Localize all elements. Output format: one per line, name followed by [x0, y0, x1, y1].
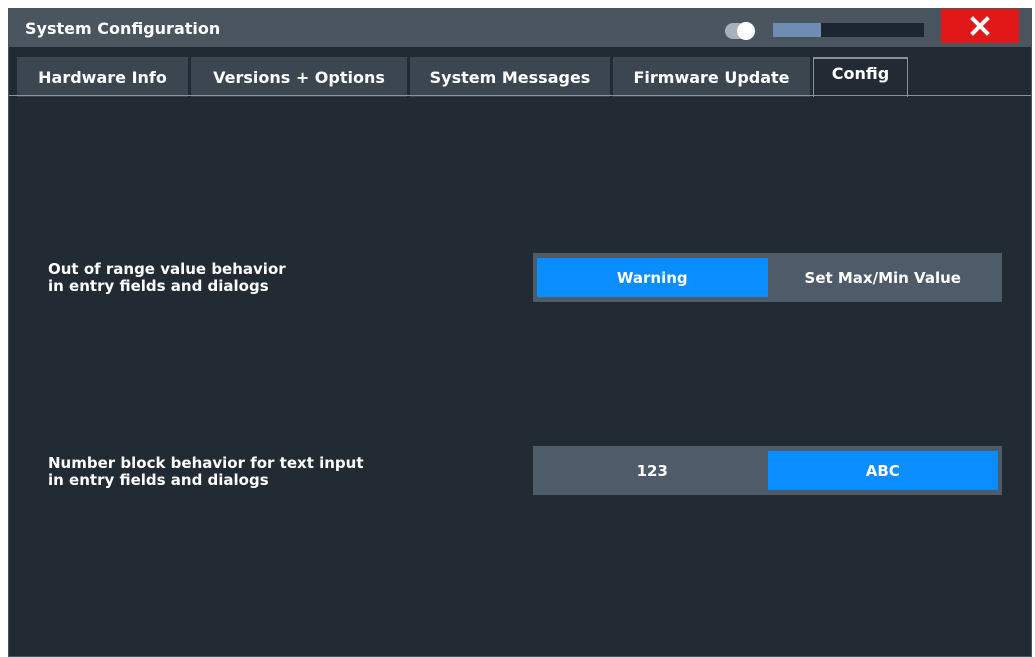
close-icon: [970, 16, 990, 36]
out-of-range-label: Out of range value behavior in entry fie…: [48, 261, 286, 295]
progress-fill: [773, 23, 822, 37]
number-block-label-line1: Number block behavior for text input: [48, 454, 364, 472]
tab-hardware-info[interactable]: Hardware Info: [17, 57, 188, 97]
tab-system-messages[interactable]: System Messages: [410, 57, 610, 97]
close-button[interactable]: [941, 9, 1019, 43]
set-max-min-option[interactable]: Set Max/Min Value: [768, 258, 999, 297]
out-of-range-toggle: Warning Set Max/Min Value: [533, 253, 1002, 302]
toggle-icon[interactable]: [725, 22, 759, 40]
number-block-label: Number block behavior for text input in …: [48, 455, 364, 489]
out-of-range-label-line2: in entry fields and dialogs: [48, 277, 269, 295]
numeric-option[interactable]: 123: [537, 451, 768, 490]
number-block-toggle: 123 ABC: [533, 446, 1002, 495]
title-bar: System Configuration: [9, 9, 1031, 47]
tab-firmware-update[interactable]: Firmware Update: [613, 57, 810, 97]
progress-bar: [773, 23, 924, 37]
warning-option[interactable]: Warning: [537, 258, 768, 297]
system-configuration-window: System Configuration Hardware Info Versi…: [8, 8, 1032, 657]
toggle-knob: [737, 22, 755, 40]
tab-bar: Hardware Info Versions + Options System …: [9, 57, 1031, 97]
out-of-range-label-line1: Out of range value behavior: [48, 260, 286, 278]
number-block-label-line2: in entry fields and dialogs: [48, 471, 269, 489]
alpha-option[interactable]: ABC: [767, 451, 998, 490]
tab-config[interactable]: Config: [813, 57, 908, 97]
window-title: System Configuration: [25, 19, 221, 38]
tab-versions-options[interactable]: Versions + Options: [191, 57, 407, 97]
tab-divider: [9, 95, 1031, 96]
